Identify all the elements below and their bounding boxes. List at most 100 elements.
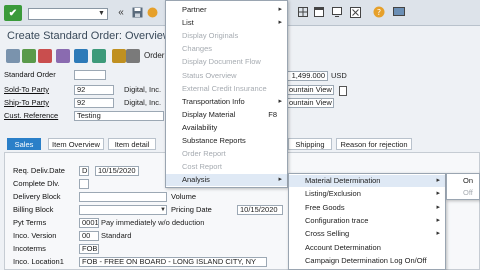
sold-to-address-button[interactable] [338, 85, 348, 96]
req-deliv-unit-field[interactable]: D [79, 166, 89, 176]
menu-item-configuration-trace[interactable]: Configuration trace ▸ [289, 215, 445, 227]
inco-location-label: Inco. Location1 [13, 257, 64, 266]
menu-item-cost-report: Cost Report [166, 161, 287, 173]
inco-location-field[interactable]: FOB - FREE ON BOARD - LONG ISLAND CITY, … [79, 257, 267, 267]
command-field[interactable]: ▼ [28, 8, 108, 20]
complete-dlv-checkbox[interactable] [79, 179, 89, 189]
currency-value: USD [331, 71, 347, 80]
sold-to-name: Digital, Inc. [124, 85, 162, 94]
pricing-date-field[interactable]: 10/15/2020 [237, 205, 283, 215]
menu-item-availability[interactable]: Availability [166, 122, 287, 134]
window-icon [314, 7, 324, 17]
billing-block-field[interactable] [79, 205, 167, 215]
ship-to-label: Ship-To Party [4, 98, 50, 107]
menu-item-transportation-info[interactable]: Transportation Info ▸ [166, 96, 287, 108]
order-number-field[interactable] [74, 70, 106, 80]
chevron-down-icon[interactable]: ▼ [97, 10, 106, 18]
tab-sales[interactable]: Sales [7, 138, 41, 150]
pricing-date-label: Pricing Date [171, 205, 212, 214]
chevron-down-icon[interactable]: ▼ [159, 206, 167, 214]
menu-item-label: Status Overview [182, 70, 237, 80]
print-icon[interactable] [126, 49, 140, 63]
shortcut-button[interactable] [330, 5, 344, 19]
screen-options-icon [393, 7, 405, 16]
tab-item-detail[interactable]: Item detail [108, 138, 156, 150]
submenu-arrow-icon: ▸ [436, 177, 440, 184]
floppy-icon [132, 7, 142, 17]
layout-menu-button[interactable] [296, 5, 310, 19]
pricing-icon[interactable] [38, 49, 52, 63]
menu-item-account-determination[interactable]: Account Determination [289, 242, 445, 254]
menu-item-off: Off [447, 187, 479, 199]
inco-version-field[interactable]: 00 [79, 231, 99, 241]
pyt-terms-field[interactable]: 0001 [79, 218, 99, 228]
menu-item-material-determination[interactable]: Material Determination ▸ [289, 175, 445, 187]
cust-ref-field[interactable]: Testing [74, 111, 164, 121]
customize-button[interactable] [348, 5, 362, 19]
menu-item-cross-selling[interactable]: Cross Selling ▸ [289, 228, 445, 240]
monitor-icon [332, 7, 342, 17]
menu-item-label: Display Originals [182, 31, 239, 41]
menu-item-campaign-determination-log-on-off[interactable]: Campaign Determination Log On/Off [289, 255, 445, 267]
ship-to-name: Digital, Inc. [124, 98, 162, 107]
menu-item-free-goods[interactable]: Free Goods ▸ [289, 202, 445, 214]
sold-to-city: ountain View . [286, 85, 334, 95]
cust-ref-label: Cust. Reference [4, 111, 59, 120]
volume-label: Volume [171, 192, 197, 201]
submenu-arrow-icon: ▸ [278, 97, 282, 105]
order-type-label: Standard Order [4, 70, 56, 79]
gui-options-button[interactable] [392, 5, 406, 19]
tab-reason-for-rejection[interactable]: Reason for rejection [336, 138, 412, 150]
menu-item-label: Material Determination [305, 176, 381, 185]
billing-block-label: Billing Block [13, 205, 54, 214]
menu-item-label: Transportation Info [182, 96, 245, 106]
incoterms-field[interactable]: FOB [79, 244, 99, 254]
ship-to-field[interactable]: 92 [74, 98, 114, 108]
header-icon[interactable] [56, 49, 70, 63]
back-button[interactable]: « [114, 5, 128, 19]
menu-item-label: Changes [182, 44, 213, 54]
document-icon[interactable] [6, 49, 20, 63]
net-value-field: 1,499.000 [286, 71, 328, 81]
help-button[interactable]: ? [372, 5, 386, 19]
menu-item-display-material[interactable]: Display Material F8 [166, 109, 287, 121]
menu-item-label: Free Goods [305, 202, 345, 212]
save-button[interactable] [130, 5, 144, 19]
menu-item-partner[interactable]: Partner ▸ [166, 4, 287, 16]
texts-icon[interactable] [92, 49, 106, 63]
menu-item-changes: Changes [166, 43, 287, 55]
sold-to-field[interactable]: 92 [74, 85, 114, 95]
menu-item-on[interactable]: On [447, 175, 479, 187]
menu-item-listing-exclusion[interactable]: Listing/Exclusion ▸ [289, 188, 445, 200]
menu-item-external-credit-insurance: External Credit Insurance [166, 83, 287, 95]
partner-icon[interactable] [74, 49, 88, 63]
menu-item-display-document-flow: Display Document Flow [166, 56, 287, 68]
menu-item-status-overview: Status Overview [166, 70, 287, 82]
enter-button[interactable]: ✔ [4, 5, 22, 21]
menu-item-label: Availability [182, 122, 218, 132]
item-icon[interactable] [22, 49, 36, 63]
analysis-submenu: Material Determination ▸ Listing/Exclusion… [288, 173, 446, 270]
req-deliv-date-field[interactable]: 10/15/2020 [95, 166, 139, 176]
create-session-button[interactable] [312, 5, 326, 19]
x-box-icon [349, 6, 361, 18]
tab-item-overview[interactable]: Item Overview [48, 138, 104, 150]
tab-shipping[interactable]: Shipping [288, 138, 332, 150]
exit-button[interactable] [145, 5, 159, 19]
menu-item-label: Substance Reports [182, 136, 246, 145]
menu-item-label: Partner [182, 5, 207, 14]
incoterms-label: Incoterms [13, 244, 46, 253]
menu-item-analysis[interactable]: Analysis ▸ [166, 174, 287, 187]
menu-item-label: Account Determination [305, 242, 381, 252]
pyt-terms-text: Pay immediately w/o deduction [101, 218, 205, 227]
menu-item-label: Listing/Exclusion [305, 189, 361, 199]
delivery-block-field[interactable] [79, 192, 167, 202]
menu-item-label: Campaign Determination Log On/Off [305, 255, 427, 265]
shortcut-label: F8 [268, 109, 277, 119]
status-icon[interactable] [112, 49, 126, 63]
orders-button-label[interactable]: Order [144, 51, 164, 61]
checkmark-icon: ✔ [8, 7, 18, 19]
menu-item-list[interactable]: List ▸ [166, 17, 287, 29]
menu-item-label: Display Document Flow [182, 57, 261, 67]
menu-item-substance-reports[interactable]: Substance Reports [166, 135, 287, 147]
